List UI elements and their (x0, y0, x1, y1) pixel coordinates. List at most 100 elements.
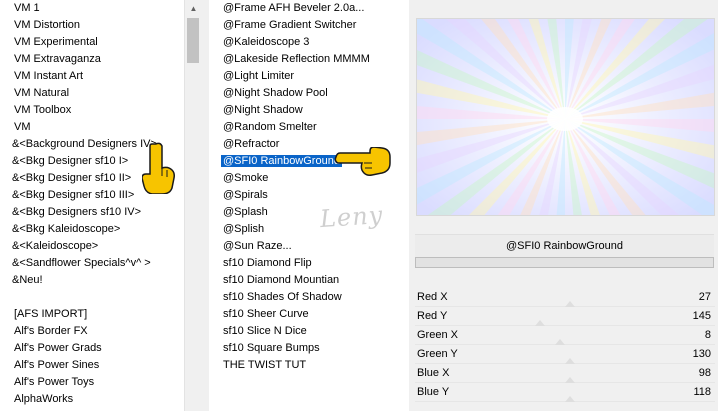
filter-item[interactable]: @Random Smelter (209, 119, 409, 136)
parameter-value: 8 (704, 329, 711, 341)
category-item[interactable]: Alf's Power Sines (0, 357, 202, 374)
parameter-row[interactable]: Blue X 98 (415, 364, 715, 383)
category-item[interactable]: VM Extravaganza (0, 51, 202, 68)
filter-item[interactable]: @Night Shadow Pool (209, 85, 409, 102)
filter-label: @Sun Raze... (223, 240, 292, 252)
category-item[interactable]: VM Distortion (0, 17, 202, 34)
parameter-list: Red X 27 Red Y 145 Green X 8 Green Y 130 Blue X 9… (415, 288, 715, 402)
category-list[interactable]: VM 1 VM Distortion VM Experimental VM Extra… (0, 0, 202, 411)
parameter-value: 27 (698, 291, 711, 303)
category-label: &<Bkg Designer sf10 III> (12, 189, 135, 201)
filter-label: @Lakeside Reflection MMMM (223, 53, 370, 65)
category-label: Alf's Power Grads (14, 342, 102, 354)
category-label: VM Experimental (14, 36, 98, 48)
filter-label: @Light Limiter (223, 70, 295, 82)
parameter-name: Blue Y (417, 386, 450, 398)
category-item[interactable]: &<Sandflower Specials^v^ > (0, 255, 202, 272)
filter-item[interactable]: @Frame AFH Beveler 2.0a... (209, 0, 409, 17)
parameter-row[interactable]: Green Y 130 (415, 345, 715, 364)
category-item[interactable]: &Neu! (0, 272, 202, 289)
scroll-up-arrow-icon[interactable]: ▲ (185, 0, 202, 17)
category-item[interactable]: VM Natural (0, 85, 202, 102)
filter-label: @Splish (223, 223, 265, 235)
filter-label: @Frame Gradient Switcher (223, 19, 357, 31)
scrollbar-thumb[interactable] (187, 18, 199, 63)
category-item[interactable]: VM Experimental (0, 34, 202, 51)
filter-item[interactable]: @Kaleidoscope 3 (209, 34, 409, 51)
slider-tick-icon[interactable] (565, 396, 575, 402)
category-label: &<Background Designers IV> (12, 138, 157, 150)
category-item[interactable]: &<Bkg Kaleidoscope> (0, 221, 202, 238)
filter-item[interactable]: sf10 Diamond Mountian (209, 272, 409, 289)
category-item[interactable]: AlphaWorks (0, 391, 202, 408)
filter-item[interactable]: @Sun Raze... (209, 238, 409, 255)
filter-item[interactable]: @Lakeside Reflection MMMM (209, 51, 409, 68)
progress-bar (415, 257, 714, 268)
filter-label: sf10 Shades Of Shadow (223, 291, 342, 303)
category-items: VM 1 VM Distortion VM Experimental VM Extra… (0, 0, 202, 408)
filter-label: sf10 Square Bumps (223, 342, 320, 354)
category-label: VM Toolbox (14, 104, 72, 116)
category-item[interactable]: &<Kaleidoscope> (0, 238, 202, 255)
filter-item[interactable]: sf10 Diamond Flip (209, 255, 409, 272)
parameter-row[interactable]: Blue Y 118 (415, 383, 715, 402)
category-scrollbar[interactable]: ▲ (184, 0, 202, 411)
parameter-row[interactable]: Red X 27 (415, 288, 715, 307)
category-item[interactable]: VM 1 (0, 0, 202, 17)
category-label: VM Extravaganza (14, 53, 101, 65)
category-item[interactable]: [AFS IMPORT] (0, 306, 202, 323)
category-label: AlphaWorks (14, 393, 74, 405)
category-label: Alf's Power Sines (14, 359, 100, 371)
watermark: Leny (319, 200, 385, 234)
filter-item[interactable]: THE TWIST TUT (209, 357, 409, 374)
filter-label: sf10 Diamond Flip (223, 257, 312, 269)
filter-label: @Smoke (223, 172, 269, 184)
filter-item[interactable]: sf10 Sheer Curve (209, 306, 409, 323)
parameter-name: Red Y (417, 310, 448, 322)
parameter-value: 118 (693, 386, 711, 398)
filter-item[interactable]: @Night Shadow (209, 102, 409, 119)
filter-item[interactable]: sf10 Shades Of Shadow (209, 289, 409, 306)
filter-item[interactable]: sf10 Slice N Dice (209, 323, 409, 340)
filter-label: @SFI0 RainbowGround (221, 155, 342, 167)
category-label: &<Bkg Kaleidoscope> (12, 223, 121, 235)
rainbow-preview-graphic (305, 0, 718, 379)
category-label: &<Bkg Designer sf10 I> (12, 155, 129, 167)
category-item[interactable]: VM (0, 119, 202, 136)
parameter-name: Blue X (417, 367, 450, 379)
filter-label: @Spirals (223, 189, 268, 201)
filter-items: @Frame AFH Beveler 2.0a... @Frame Gradien… (209, 0, 409, 374)
filter-item[interactable]: @Frame Gradient Switcher (209, 17, 409, 34)
category-item[interactable]: VM Instant Art (0, 68, 202, 85)
category-label: VM Natural (14, 87, 70, 99)
filter-item[interactable]: sf10 Square Bumps (209, 340, 409, 357)
preview-image (305, 0, 718, 379)
filter-label: THE TWIST TUT (223, 359, 307, 371)
category-item[interactable]: Alf's Border FX (0, 323, 202, 340)
category-label: VM Distortion (14, 19, 81, 31)
filter-label: sf10 Slice N Dice (223, 325, 307, 337)
category-label: [AFS IMPORT] (14, 308, 88, 320)
filter-label: @Random Smelter (223, 121, 317, 133)
filter-label: sf10 Diamond Mountian (223, 274, 340, 286)
filter-label: @Kaleidoscope 3 (223, 36, 310, 48)
category-item[interactable]: Alf's Power Toys (0, 374, 202, 391)
parameter-name: Green Y (417, 348, 458, 360)
category-item[interactable]: &<Bkg Designers sf10 IV> (0, 204, 202, 221)
category-label: VM 1 (14, 2, 40, 14)
parameter-name: Green X (417, 329, 458, 341)
category-item[interactable]: VM Toolbox (0, 102, 202, 119)
parameter-row[interactable]: Green X 8 (415, 326, 715, 345)
category-item[interactable]: Alf's Power Grads (0, 340, 202, 357)
filter-label: @Refractor (223, 138, 280, 150)
parameter-value: 130 (692, 348, 711, 360)
category-label: &<Sandflower Specials^v^ > (12, 257, 151, 269)
category-label: VM Instant Art (14, 70, 84, 82)
parameter-row[interactable]: Red Y 145 (415, 307, 715, 326)
category-label: &Neu! (12, 274, 43, 286)
filter-item[interactable]: @Light Limiter (209, 68, 409, 85)
category-label: Alf's Power Toys (14, 376, 95, 388)
filter-title: @SFI0 RainbowGround (415, 234, 714, 257)
category-label: VM (14, 121, 31, 133)
